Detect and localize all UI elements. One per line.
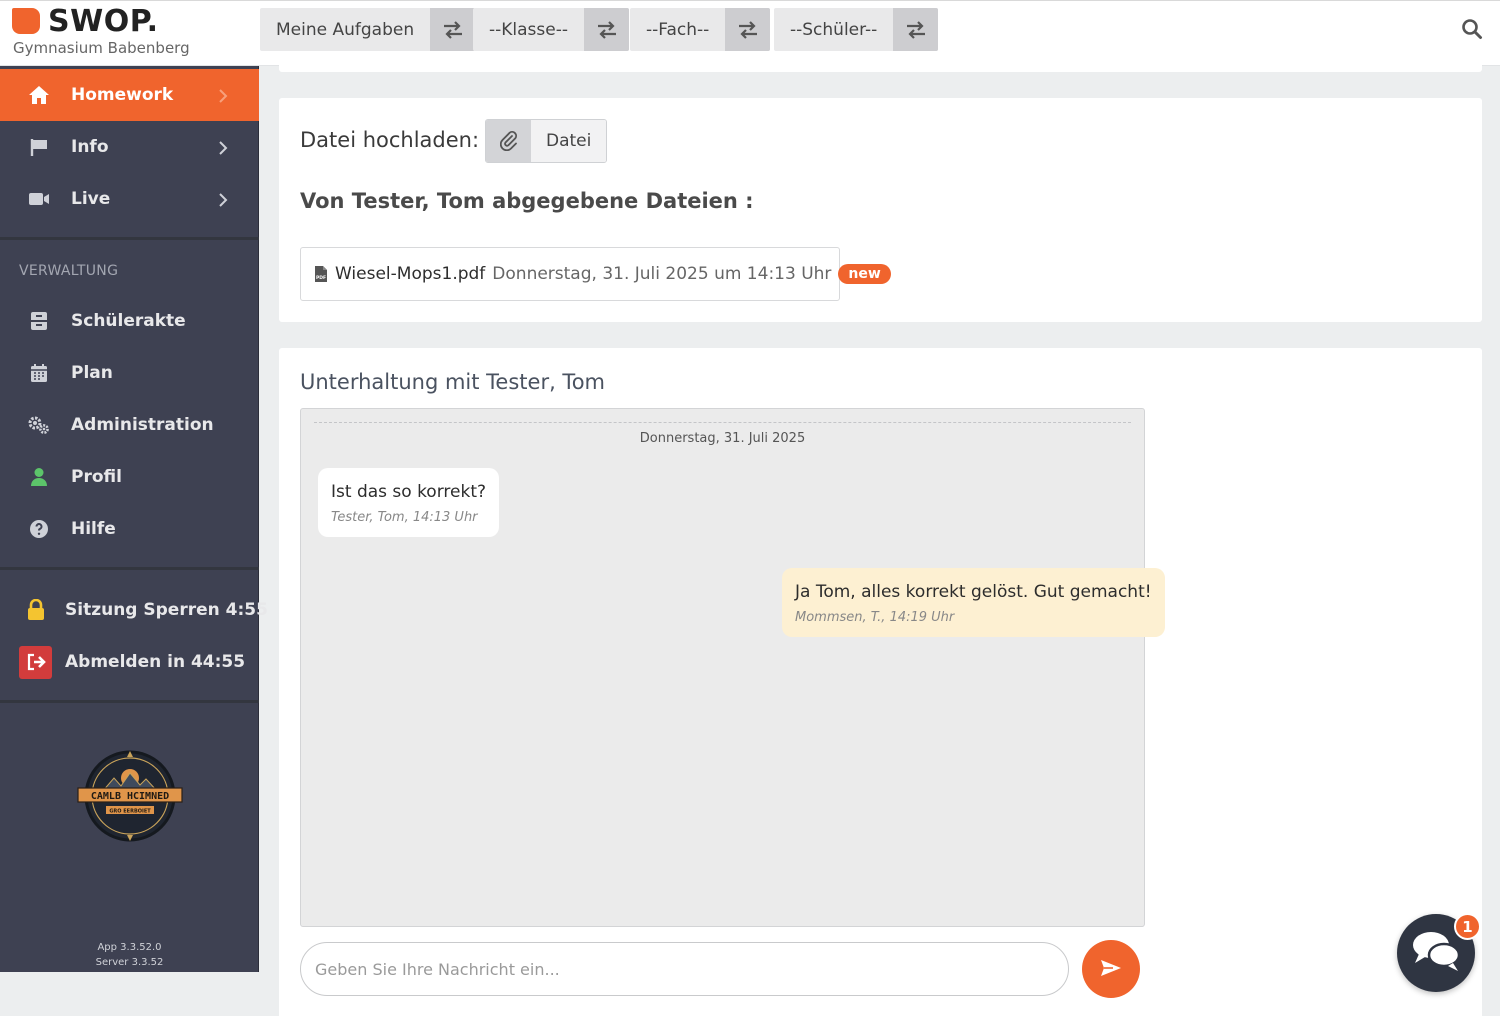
conversation-card: Unterhaltung mit Tester, Tom Donnerstag,… [279,348,1482,1016]
lock-session-label: Sitzung Sperren 4:55 [65,600,268,620]
message-outgoing: Ja Tom, alles korrekt gelöst. Gut gemach… [782,568,1165,637]
gears-icon [27,413,51,437]
filter-student[interactable]: --Schüler-- [774,8,939,51]
send-icon [1100,959,1122,980]
sidebar-item-hilfe[interactable]: Hilfe [0,503,259,555]
sidebar-item-live[interactable]: Live [0,173,259,225]
conversation-title: Unterhaltung mit Tester, Tom [300,370,605,394]
swap-icon[interactable] [725,8,771,51]
school-emblem-icon: CAMLB HCIMNED GRO EERBOIET [76,748,184,844]
message-text: Ist das so korrekt? [331,482,487,502]
filter-subject[interactable]: --Fach-- [630,8,771,51]
paperclip-icon[interactable] [486,120,531,162]
sidebar-item-plan[interactable]: Plan [0,347,259,399]
message-text: Ja Tom, alles korrekt gelöst. Gut gemach… [795,582,1152,602]
filter-my-tasks[interactable]: Meine Aufgaben [260,8,476,51]
lock-session-button[interactable]: Sitzung Sperren 4:55 [19,592,268,628]
app-version: App 3.3.52.0 [97,942,162,953]
server-version: Server 3.3.52 [95,957,164,968]
date-divider-line [314,422,1131,423]
calendar-icon [27,361,51,385]
swap-icon[interactable] [430,8,476,51]
school-name: Gymnasium Babenberg [13,39,190,57]
sidebar-item-profil[interactable]: Profil [0,451,259,503]
sidebar-item-info[interactable]: Info [0,121,259,173]
chevron-right-icon [216,140,230,155]
swap-icon[interactable] [893,8,939,51]
logo-mark-icon [12,8,40,34]
upload-label: Datei hochladen: [300,128,480,152]
notification-badge: 1 [1454,913,1481,940]
svg-text:GRO EERBOIET: GRO EERBOIET [109,809,151,815]
sidebar-divider [0,700,259,703]
logout-button[interactable]: Abmelden in 44:55 [19,644,245,680]
message-meta: Mommsen, T., 14:19 Uhr [795,610,955,625]
sidebar-item-label: Live [71,189,111,209]
upload-card: Datei hochladen: Datei Von Tester, Tom a… [279,98,1482,322]
message-meta: Tester, Tom, 14:13 Uhr [331,510,478,525]
file-upload-label[interactable]: Datei [531,120,607,162]
chat-bubbles-icon [1411,929,1461,977]
sidebar-divider [0,567,259,570]
sidebar-divider [0,237,259,240]
app-logo[interactable]: SWOP. Gymnasium Babenberg [12,4,252,62]
sidebar-item-schuelerakte[interactable]: Schülerakte [0,295,259,347]
filter-label[interactable]: --Fach-- [630,8,725,51]
pdf-file-icon: PDF [314,265,328,283]
file-date: Donnerstag, 31. Juli 2025 um 14:13 Uhr [492,264,832,284]
sidebar-section-label: VERWALTUNG [19,263,119,279]
sidebar-item-administration[interactable]: Administration [0,399,259,451]
flag-icon [27,135,51,159]
previous-card [279,52,1482,72]
sidebar-item-homework[interactable]: Homework [0,69,259,121]
chevron-right-icon [216,88,230,103]
lock-icon [19,594,52,627]
filter-label[interactable]: --Schüler-- [774,8,893,51]
swap-icon[interactable] [584,8,629,51]
file-upload-button[interactable]: Datei [485,119,608,163]
message-input[interactable] [300,942,1069,996]
help-icon [27,517,51,541]
sidebar-item-label: Plan [71,363,113,383]
sidebar-item-label: Schülerakte [71,311,186,331]
message-list[interactable]: Donnerstag, 31. Juli 2025 Ist das so kor… [300,408,1165,927]
search-icon[interactable] [1460,17,1484,41]
message-incoming: Ist das so korrekt? Tester, Tom, 14:13 U… [318,468,500,537]
filter-label[interactable]: --Klasse-- [473,8,584,51]
svg-text:PDF: PDF [316,275,326,281]
new-badge: new [838,264,891,284]
date-divider: Donnerstag, 31. Juli 2025 [639,431,806,446]
file-item[interactable]: PDF Wiesel-Mops1.pdf Donnerstag, 31. Jul… [300,247,891,301]
sidebar-item-label: Hilfe [71,519,116,539]
chevron-right-icon [216,192,230,207]
version-info: App 3.3.52.0 Server 3.3.52 [0,940,259,970]
file-name-link[interactable]: Wiesel-Mops1.pdf [335,264,485,284]
svg-text:CAMLB HCIMNED: CAMLB HCIMNED [91,791,169,802]
home-icon [27,83,51,107]
sidebar-item-label: Profil [71,467,122,487]
filter-label[interactable]: Meine Aufgaben [260,8,430,51]
submitted-files-title: Von Tester, Tom abgegebene Dateien : [300,189,754,213]
archive-icon [27,309,51,333]
sidebar-item-label: Administration [71,415,214,435]
sidebar: Homework Info Live VERWALTUNG Schülerakt… [0,66,268,972]
logout-label: Abmelden in 44:55 [65,652,246,672]
send-button[interactable] [1082,940,1140,998]
user-icon [27,465,51,489]
logout-icon [19,645,52,679]
video-icon [27,187,51,211]
filter-class[interactable]: --Klasse-- [473,8,629,51]
sidebar-item-label: Homework [71,85,174,105]
sidebar-item-label: Info [71,137,109,157]
logo-title: SWOP. [48,4,159,39]
